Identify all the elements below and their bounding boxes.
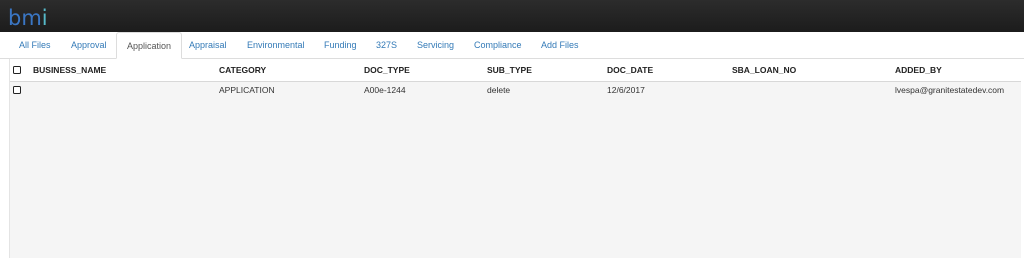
tab-servicing[interactable]: Servicing bbox=[407, 32, 464, 58]
column-header-business-name[interactable]: BUSINESS_NAME bbox=[33, 59, 106, 81]
tab-application[interactable]: Application bbox=[116, 32, 183, 59]
cell-added-by: lvespa@granitestatedev.com bbox=[895, 85, 1005, 95]
select-all-checkbox[interactable] bbox=[13, 66, 21, 74]
grid-header-row: BUSINESS_NAME CATEGORY DOC_TYPE SUB_TYPE… bbox=[10, 59, 1021, 82]
documents-grid: BUSINESS_NAME CATEGORY DOC_TYPE SUB_TYPE… bbox=[9, 59, 1021, 258]
document-tabs: All Files Approval Application Appraisal… bbox=[0, 32, 1024, 59]
cell-doc-date: 12/6/2017 bbox=[607, 85, 645, 95]
tab-funding[interactable]: Funding bbox=[314, 32, 367, 58]
column-header-added-by[interactable]: ADDED_BY bbox=[895, 59, 942, 81]
logo-text: bm bbox=[8, 6, 42, 30]
logo-accent: i bbox=[41, 6, 48, 30]
tab-appraisal[interactable]: Appraisal bbox=[179, 32, 237, 58]
tab-add-files[interactable]: Add Files bbox=[531, 32, 589, 58]
column-header-sba-loan-no[interactable]: SBA_LOAN_NO bbox=[732, 59, 796, 81]
cell-sub-type: delete bbox=[487, 85, 511, 95]
tab-compliance[interactable]: Compliance bbox=[464, 32, 532, 58]
cell-doc-type: A00e-1244 bbox=[364, 85, 406, 95]
tab-environmental[interactable]: Environmental bbox=[237, 32, 315, 58]
column-header-doc-type[interactable]: DOC_TYPE bbox=[364, 59, 410, 81]
row-checkbox[interactable] bbox=[13, 86, 21, 94]
tab-327s[interactable]: 327S bbox=[366, 32, 407, 58]
cell-category: APPLICATION bbox=[219, 85, 275, 95]
column-header-category[interactable]: CATEGORY bbox=[219, 59, 266, 81]
table-row[interactable]: APPLICATION A00e-1244 delete 12/6/2017 l… bbox=[10, 82, 1021, 99]
tab-approval[interactable]: Approval bbox=[61, 32, 117, 58]
column-header-doc-date[interactable]: DOC_DATE bbox=[607, 59, 653, 81]
tab-all-files[interactable]: All Files bbox=[9, 32, 61, 58]
bmi-logo[interactable]: bm i bbox=[8, 3, 48, 29]
top-navbar: bm i bbox=[0, 0, 1024, 32]
column-header-sub-type[interactable]: SUB_TYPE bbox=[487, 59, 532, 81]
